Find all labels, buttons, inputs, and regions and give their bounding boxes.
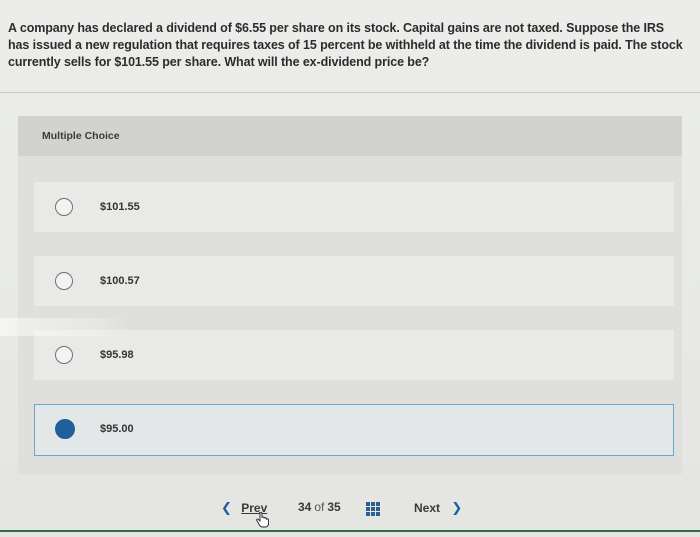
of-label: of	[314, 500, 325, 514]
hand-cursor-icon	[256, 512, 269, 528]
current-question-number: 34	[298, 500, 312, 514]
chevron-left-icon: ❮	[221, 500, 232, 515]
multiple-choice-panel: Multiple Choice $101.55 $100.57 $95.98 $…	[18, 116, 682, 474]
option-label: $95.98	[100, 349, 134, 361]
page-counter: 34 of 35	[298, 500, 341, 514]
question-grid-icon[interactable]	[366, 502, 380, 516]
option-1[interactable]: $101.55	[34, 182, 674, 232]
radio-button[interactable]	[55, 346, 73, 364]
option-label: $100.57	[100, 275, 140, 287]
chevron-right-icon: ❯	[451, 500, 463, 515]
option-3[interactable]: $95.98	[34, 330, 674, 380]
radio-button[interactable]	[55, 272, 73, 290]
bottom-edge	[0, 530, 700, 532]
multiple-choice-header-label: Multiple Choice	[42, 130, 120, 142]
total-questions: 35	[327, 500, 341, 514]
next-button[interactable]: Next ❯	[414, 500, 462, 516]
question-text: A company has declared a dividend of $6.…	[8, 21, 683, 69]
radio-button[interactable]	[55, 198, 73, 216]
next-label: Next	[414, 501, 441, 515]
option-2[interactable]: $100.57	[34, 256, 674, 306]
radio-button-selected[interactable]	[55, 419, 75, 439]
option-label: $95.00	[100, 423, 134, 435]
option-label: $101.55	[100, 201, 140, 213]
multiple-choice-header: Multiple Choice	[18, 116, 682, 156]
page: A company has declared a dividend of $6.…	[0, 0, 700, 537]
divider	[0, 92, 700, 93]
option-4-selected[interactable]: $95.00	[34, 404, 674, 456]
